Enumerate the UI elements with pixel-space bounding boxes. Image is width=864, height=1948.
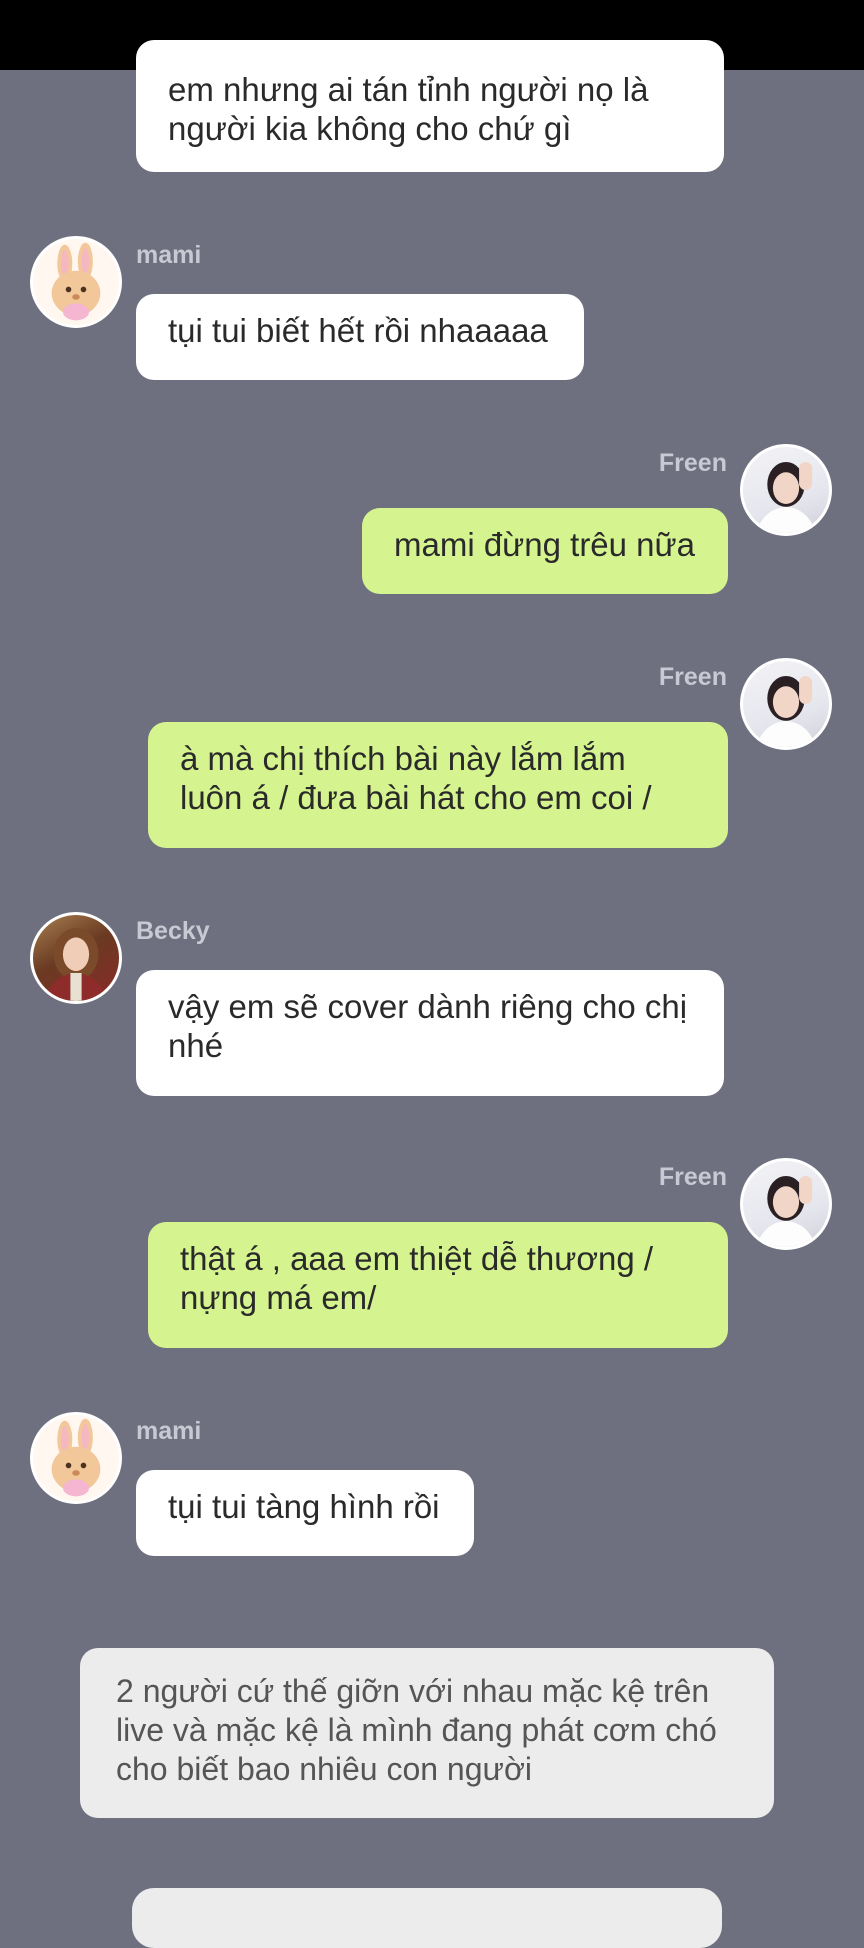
avatar-mami-icon[interactable] (30, 1412, 122, 1504)
message-bubble[interactable]: mami đừng trêu nữa (362, 508, 728, 594)
message-bubble[interactable]: tụi tui tàng hình rồi (136, 1470, 474, 1556)
sender-name: mami (136, 1417, 202, 1445)
avatar-mami-icon[interactable] (30, 236, 122, 328)
message-text: em nhưng ai tán tỉnh người nọ là người k… (168, 71, 649, 147)
sender-name: Freen (658, 663, 727, 691)
message-text: thật á , aaa em thiệt dễ thương / nựng m… (180, 1240, 654, 1316)
message-text: vậy em sẽ cover dành riêng cho chị nhé (168, 988, 688, 1064)
avatar-becky-icon[interactable] (30, 912, 122, 1004)
message-bubble[interactable]: à mà chị thích bài này lắm lắm luôn á / … (148, 722, 728, 848)
message-text: tụi tui tàng hình rồi (168, 1488, 440, 1525)
avatar-freen-icon[interactable] (740, 1158, 832, 1250)
sender-name: Becky (136, 917, 210, 945)
avatar-freen-icon[interactable] (740, 444, 832, 536)
message-text: tụi tui biết hết rồi nhaaaaa (168, 312, 548, 349)
message-text: mami đừng trêu nữa (394, 526, 695, 563)
narration-text: 2 người cứ thế giỡn với nhau mặc kệ trên… (116, 1673, 717, 1787)
message-bubble[interactable]: vậy em sẽ cover dành riêng cho chị nhé (136, 970, 724, 1096)
sender-name: Freen (658, 449, 727, 477)
sender-name: mami (136, 241, 202, 269)
message-bubble[interactable]: em nhưng ai tán tỉnh người nọ là người k… (136, 40, 724, 172)
message-bubble[interactable]: thật á , aaa em thiệt dễ thương / nựng m… (148, 1222, 728, 1348)
sender-name: Freen (658, 1163, 727, 1191)
message-bubble[interactable]: tụi tui biết hết rồi nhaaaaa (136, 294, 584, 380)
avatar-freen-icon[interactable] (740, 658, 832, 750)
narration-bubble-partial[interactable] (132, 1888, 722, 1948)
message-text: à mà chị thích bài này lắm lắm luôn á / … (180, 740, 652, 816)
narration-bubble[interactable]: 2 người cứ thế giỡn với nhau mặc kệ trên… (80, 1648, 774, 1818)
